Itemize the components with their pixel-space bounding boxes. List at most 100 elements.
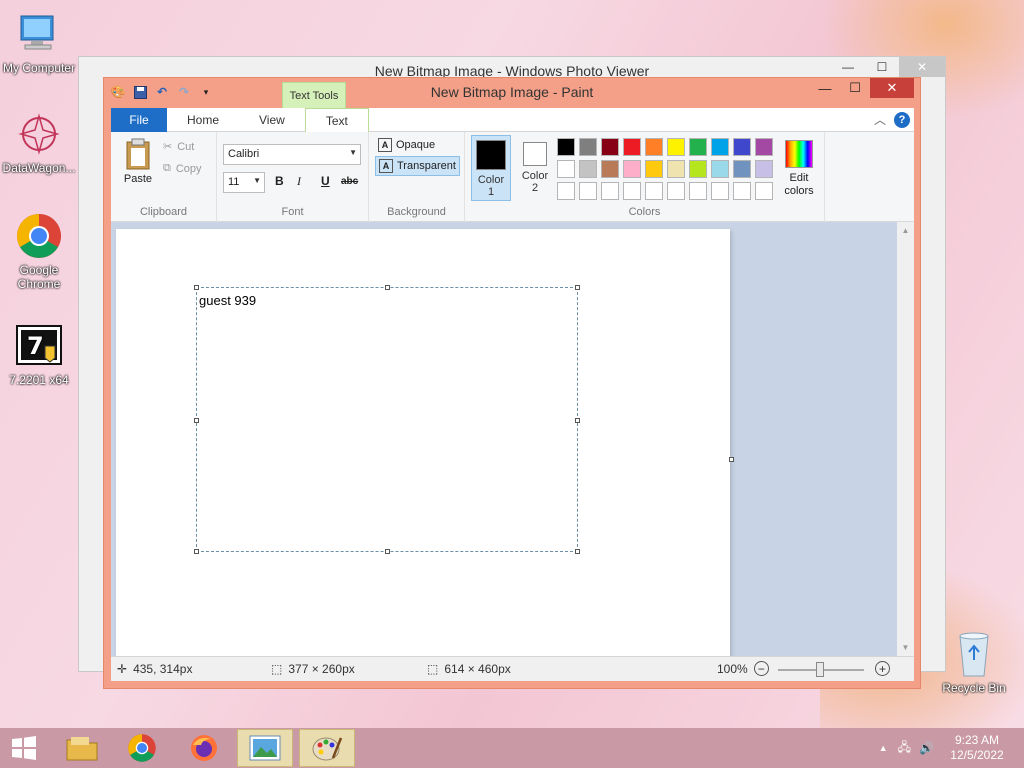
transparent-option[interactable]: A Transparent [375, 156, 460, 176]
start-button[interactable] [0, 729, 48, 767]
copy-label: Copy [175, 162, 202, 175]
font-size-value: 11 [228, 176, 240, 188]
underline-button[interactable]: U [321, 174, 330, 188]
desktop-icon-label: 7.2201 x64 [9, 373, 69, 387]
maximize-button[interactable]: ☐ [840, 78, 870, 98]
7zip-icon: 7 [15, 322, 63, 370]
colors-group: Colors [465, 132, 825, 222]
resize-handle[interactable] [575, 285, 580, 290]
resize-handle[interactable] [194, 549, 199, 554]
scroll-down-icon[interactable]: ▼ [897, 639, 914, 656]
firefox-icon [191, 735, 217, 761]
strikethrough-button[interactable]: abc [341, 176, 358, 187]
image-size-value: 614 × 460px [444, 662, 511, 676]
paste-button[interactable]: Paste [121, 138, 155, 185]
zoom-slider-thumb[interactable] [816, 662, 824, 677]
background-group: A Opaque A Transparent Background [369, 132, 465, 222]
paint-titlebar[interactable]: 🎨 ↶ ↷ ▾ Text Tools New Bitmap Image - Pa… [104, 78, 920, 109]
transparent-label: Transparent [397, 160, 456, 172]
clipboard-icon [126, 138, 150, 170]
volume-icon[interactable]: 🔊 [919, 741, 934, 755]
group-label: Font [281, 206, 304, 218]
paint-window[interactable]: 🎨 ↶ ↷ ▾ Text Tools New Bitmap Image - Pa… [103, 77, 921, 689]
desktop-icon-recycle-bin[interactable]: Recycle Bin [935, 630, 1013, 695]
desktop-icon-google-chrome[interactable]: Google Chrome [0, 212, 78, 291]
taskbar-photo-viewer[interactable] [237, 729, 293, 767]
maximize-button[interactable]: ☐ [865, 57, 899, 77]
italic-button[interactable]: I [297, 174, 301, 189]
bold-button[interactable]: B [275, 174, 284, 188]
copy-button[interactable]: ⧉ Copy [163, 162, 202, 175]
chevron-down-icon: ▼ [253, 176, 261, 185]
transparent-icon: A [379, 159, 393, 173]
font-family-value: Calibri [228, 148, 260, 160]
image-size-icon: ⬚ [427, 662, 439, 676]
tab-view[interactable]: View [239, 108, 305, 132]
cursor-position-value: 435, 314px [133, 662, 193, 676]
taskbar-firefox[interactable] [176, 729, 232, 767]
close-button[interactable]: ✕ [870, 78, 914, 98]
copy-icon: ⧉ [163, 162, 171, 174]
show-hidden-icons-icon[interactable]: ▲ [879, 743, 888, 753]
canvas-resize-handle[interactable] [729, 457, 734, 462]
opaque-option[interactable]: A Opaque [375, 136, 438, 154]
selection-size-value: 377 × 260px [288, 662, 355, 676]
zoom-out-button[interactable]: − [753, 661, 769, 676]
resize-handle[interactable] [575, 418, 580, 423]
paint-palette-icon [312, 737, 343, 761]
resize-handle[interactable] [575, 549, 580, 554]
resize-handle[interactable] [385, 549, 390, 554]
drawing-canvas[interactable]: guest 939 [116, 229, 734, 657]
desktop-icon-label: DataWagon... [2, 161, 76, 175]
system-tray: ▲ 🖧 🔊 9:23 AM 12/5/2022 [879, 728, 1024, 768]
photo-viewer-icon [249, 735, 281, 761]
recycle-bin-icon [950, 630, 998, 678]
resize-handle[interactable] [194, 285, 199, 290]
collapse-ribbon-icon[interactable]: ︿ [874, 111, 886, 128]
help-icon[interactable]: ? [894, 111, 910, 128]
clock[interactable]: 9:23 AM 12/5/2022 [946, 733, 1008, 763]
desktop-icon-datawagon[interactable]: DataWagon... [0, 110, 78, 175]
tab-file[interactable]: File [111, 108, 167, 132]
tab-text[interactable]: Text [304, 108, 369, 133]
resize-handle[interactable] [194, 418, 199, 423]
font-family-select[interactable]: Calibri ▼ [223, 144, 361, 165]
desktop-icon-label: My Computer [2, 61, 76, 75]
font-size-select[interactable]: 11 ▼ [223, 172, 265, 193]
zoom-level: 100% [717, 661, 748, 676]
taskbar-file-explorer[interactable] [54, 729, 110, 767]
cut-button[interactable]: ✂ Cut [163, 140, 194, 154]
computer-icon [15, 10, 63, 58]
tab-home[interactable]: Home [167, 108, 239, 132]
zoom-in-button[interactable]: + [875, 661, 890, 676]
minimize-button[interactable]: — [810, 78, 840, 98]
clipboard-group: Paste ✂ Cut ⧉ Copy Clipboard [111, 132, 217, 222]
desktop-icon-my-computer[interactable]: My Computer [0, 10, 78, 75]
zoom-controls: 100% − [717, 661, 769, 676]
resize-handle[interactable] [385, 285, 390, 290]
windows-logo-icon [12, 736, 36, 760]
minimize-button[interactable]: — [831, 57, 865, 77]
clock-time: 9:23 AM [954, 733, 1000, 747]
chrome-icon [15, 212, 63, 260]
clock-date: 12/5/2022 [950, 748, 1004, 762]
network-icon[interactable]: 🖧 [898, 738, 911, 759]
canvas-workspace[interactable]: guest 939 ▲ ▼ [111, 222, 914, 657]
cursor-position: ✛ 435, 314px [117, 662, 192, 676]
canvas-text[interactable]: guest 939 [199, 293, 256, 308]
taskbar-chrome[interactable] [114, 729, 170, 767]
desktop-icon-7zip[interactable]: 7 7.2201 x64 [0, 322, 78, 387]
taskbar-paint[interactable] [299, 729, 355, 767]
datawagon-icon [15, 110, 63, 158]
zoom-slider[interactable] [778, 662, 864, 677]
desktop-icon-label: Google Chrome [17, 263, 61, 291]
chrome-icon [128, 734, 156, 762]
paint-title: New Bitmap Image - Paint [430, 84, 594, 100]
folder-icon [66, 737, 98, 761]
group-label: Colors [628, 206, 661, 218]
text-box[interactable]: guest 939 [194, 285, 580, 554]
scroll-up-icon[interactable]: ▲ [897, 222, 914, 239]
cursor-position-icon: ✛ [117, 662, 128, 676]
close-button[interactable]: ✕ [899, 57, 945, 77]
vertical-scrollbar[interactable]: ▲ ▼ [897, 222, 914, 656]
